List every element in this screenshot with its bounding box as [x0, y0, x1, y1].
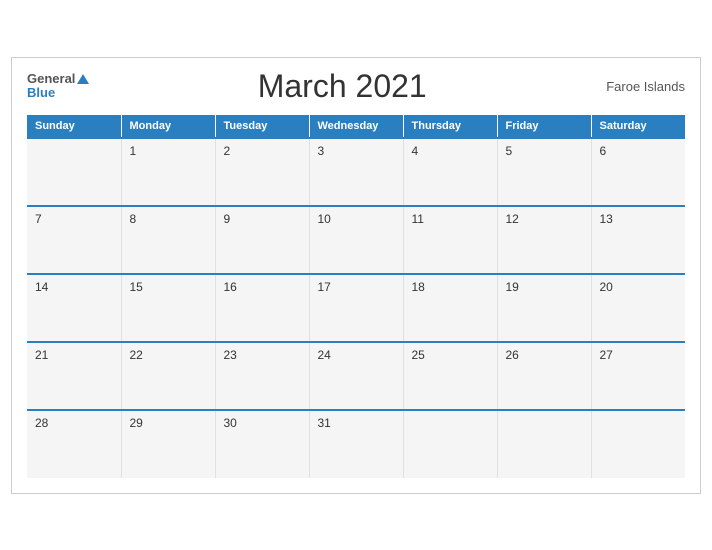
header-tuesday: Tuesday — [215, 115, 309, 138]
calendar-day-cell: 30 — [215, 410, 309, 478]
day-number: 3 — [318, 144, 325, 158]
calendar-day-cell: 16 — [215, 274, 309, 342]
day-number: 22 — [130, 348, 143, 362]
day-number: 4 — [412, 144, 419, 158]
calendar-day-cell — [403, 410, 497, 478]
day-number: 31 — [318, 416, 331, 430]
calendar-day-cell: 1 — [121, 138, 215, 206]
region-label: Faroe Islands — [595, 79, 685, 94]
calendar-day-cell: 20 — [591, 274, 685, 342]
calendar-day-cell — [27, 138, 121, 206]
day-number: 18 — [412, 280, 425, 294]
calendar-day-cell: 31 — [309, 410, 403, 478]
header-saturday: Saturday — [591, 115, 685, 138]
header-sunday: Sunday — [27, 115, 121, 138]
calendar-week-row: 1 2 3 4 5 6 — [27, 138, 685, 206]
calendar-day-cell: 21 — [27, 342, 121, 410]
calendar-day-cell: 6 — [591, 138, 685, 206]
header-wednesday: Wednesday — [309, 115, 403, 138]
day-number: 26 — [506, 348, 519, 362]
day-number: 14 — [35, 280, 48, 294]
day-number: 17 — [318, 280, 331, 294]
calendar-day-cell: 12 — [497, 206, 591, 274]
calendar-day-cell: 18 — [403, 274, 497, 342]
calendar-day-cell: 24 — [309, 342, 403, 410]
calendar-day-cell: 9 — [215, 206, 309, 274]
day-number: 13 — [600, 212, 613, 226]
day-number: 16 — [224, 280, 237, 294]
calendar-day-cell: 11 — [403, 206, 497, 274]
day-number: 21 — [35, 348, 48, 362]
day-number: 7 — [35, 212, 42, 226]
calendar-day-cell: 28 — [27, 410, 121, 478]
calendar-grid: Sunday Monday Tuesday Wednesday Thursday… — [27, 115, 685, 478]
calendar-day-cell: 7 — [27, 206, 121, 274]
day-number: 27 — [600, 348, 613, 362]
calendar-day-cell: 3 — [309, 138, 403, 206]
calendar-day-cell: 10 — [309, 206, 403, 274]
day-number: 29 — [130, 416, 143, 430]
day-number: 6 — [600, 144, 607, 158]
calendar-day-cell: 8 — [121, 206, 215, 274]
day-number: 10 — [318, 212, 331, 226]
calendar-day-cell: 19 — [497, 274, 591, 342]
calendar-day-cell: 15 — [121, 274, 215, 342]
day-number: 11 — [412, 212, 424, 226]
logo: General Blue — [27, 72, 89, 101]
calendar-day-cell: 5 — [497, 138, 591, 206]
header-thursday: Thursday — [403, 115, 497, 138]
header-friday: Friday — [497, 115, 591, 138]
calendar-day-cell: 25 — [403, 342, 497, 410]
calendar-day-cell: 2 — [215, 138, 309, 206]
day-number: 30 — [224, 416, 237, 430]
day-number: 28 — [35, 416, 48, 430]
calendar-day-cell: 27 — [591, 342, 685, 410]
calendar-day-cell: 13 — [591, 206, 685, 274]
day-number: 12 — [506, 212, 519, 226]
logo-general-text: General — [27, 72, 89, 86]
day-number: 25 — [412, 348, 425, 362]
calendar-header: General Blue March 2021 Faroe Islands — [27, 68, 685, 105]
calendar-week-row: 28 29 30 31 — [27, 410, 685, 478]
day-number: 20 — [600, 280, 613, 294]
calendar-day-cell — [497, 410, 591, 478]
calendar-day-cell: 22 — [121, 342, 215, 410]
calendar-week-row: 7 8 9 10 11 12 13 — [27, 206, 685, 274]
calendar-day-cell: 14 — [27, 274, 121, 342]
calendar-week-row: 21 22 23 24 25 26 27 — [27, 342, 685, 410]
day-number: 8 — [130, 212, 137, 226]
calendar-day-cell: 29 — [121, 410, 215, 478]
day-number: 1 — [130, 144, 137, 158]
day-number: 19 — [506, 280, 519, 294]
calendar-day-cell: 17 — [309, 274, 403, 342]
calendar-week-row: 14 15 16 17 18 19 20 — [27, 274, 685, 342]
day-number: 23 — [224, 348, 237, 362]
calendar-day-cell: 4 — [403, 138, 497, 206]
day-number: 2 — [224, 144, 231, 158]
calendar-day-cell — [591, 410, 685, 478]
calendar-title: March 2021 — [89, 68, 595, 105]
calendar-day-cell: 23 — [215, 342, 309, 410]
day-number: 15 — [130, 280, 143, 294]
day-number: 24 — [318, 348, 331, 362]
day-number: 5 — [506, 144, 513, 158]
day-number: 9 — [224, 212, 231, 226]
calendar-container: General Blue March 2021 Faroe Islands Su… — [11, 57, 701, 494]
calendar-day-cell: 26 — [497, 342, 591, 410]
days-header-row: Sunday Monday Tuesday Wednesday Thursday… — [27, 115, 685, 138]
header-monday: Monday — [121, 115, 215, 138]
logo-blue-text: Blue — [27, 86, 89, 100]
logo-triangle-icon — [77, 74, 89, 84]
